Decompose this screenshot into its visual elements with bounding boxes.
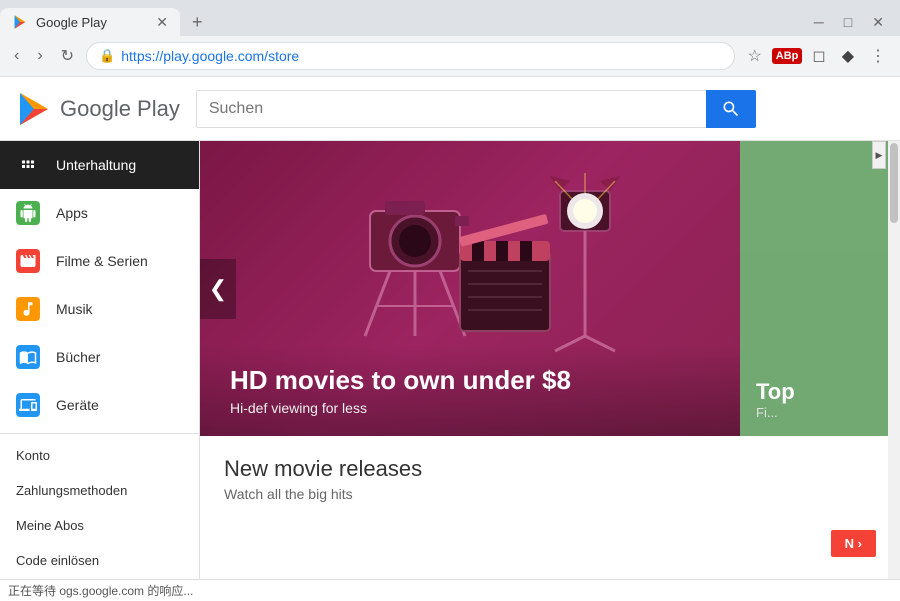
- maximize-button[interactable]: □: [836, 14, 860, 31]
- sidebar-item-label-filme: Filme & Serien: [56, 253, 148, 269]
- url-display: https://play.google.com/store: [121, 48, 299, 64]
- extension-3-button[interactable]: ◆: [836, 42, 860, 70]
- sidebar-item-label-musik: Musik: [56, 301, 93, 317]
- sidebar-item-filme[interactable]: Filme & Serien: [0, 237, 199, 285]
- banner-slide: HD movies to own under $8 Hi-def viewing…: [200, 141, 900, 436]
- gplay-logo-icon: [16, 91, 52, 127]
- sidebar: Unterhaltung Apps Filme & Serien Musik: [0, 141, 200, 579]
- content-action-button[interactable]: ▶: [872, 141, 886, 169]
- scrollbar-thumb[interactable]: [890, 143, 898, 223]
- content-action-icon: ▶: [876, 150, 883, 161]
- sidebar-item-label-geraete: Geräte: [56, 397, 99, 413]
- geraete-icon: [16, 393, 40, 417]
- scrollbar[interactable]: [888, 141, 900, 579]
- status-text: 正在等待 ogs.google.com 的响应...: [8, 582, 193, 599]
- extension-2-button[interactable]: ◻: [806, 42, 831, 70]
- gplay-logo: Google Play: [16, 91, 180, 127]
- banner-side-subtitle: Fi...: [756, 405, 884, 420]
- sidebar-item-musik[interactable]: Musik: [0, 285, 199, 333]
- reload-button[interactable]: ↻: [55, 42, 80, 70]
- sidebar-link-geschenkkarte[interactable]: Geschenkkarte kaufen: [0, 578, 199, 579]
- sidebar-divider: [0, 433, 199, 434]
- chrome-menu-button[interactable]: ⋮: [864, 42, 892, 70]
- sidebar-link-zahlungsmethoden[interactable]: Zahlungsmethoden: [0, 473, 199, 508]
- sidebar-item-geraete[interactable]: Geräte: [0, 381, 199, 429]
- section-title: New movie releases: [224, 456, 876, 482]
- security-icon: 🔒: [99, 48, 115, 64]
- tab-title: Google Play: [36, 15, 107, 30]
- musik-icon: [16, 297, 40, 321]
- buecher-icon: [16, 345, 40, 369]
- new-releases-button[interactable]: N ›: [831, 530, 876, 557]
- sidebar-link-konto[interactable]: Konto: [0, 438, 199, 473]
- apps-icon: [16, 201, 40, 225]
- gplay-header: Google Play: [0, 77, 900, 141]
- browser-actions: ☆ ABp ◻ ◆ ⋮: [741, 42, 892, 70]
- banner-side-title: Top: [756, 379, 884, 405]
- extension-adblock-button[interactable]: ABp: [772, 48, 803, 64]
- sidebar-link-code-einloesen[interactable]: Code einlösen: [0, 543, 199, 578]
- banner-subtitle: Hi-def viewing for less: [230, 400, 710, 416]
- search-bar: [196, 90, 756, 128]
- banner-text: HD movies to own under $8 Hi-def viewing…: [200, 345, 740, 436]
- sidebar-item-label-unterhaltung: Unterhaltung: [56, 157, 136, 173]
- banner-prev-button[interactable]: ❮: [200, 259, 236, 319]
- sidebar-item-buecher[interactable]: Bücher: [0, 333, 199, 381]
- section-subtitle: Watch all the big hits: [224, 486, 876, 502]
- sidebar-item-label-buecher: Bücher: [56, 349, 100, 365]
- search-input[interactable]: [196, 90, 706, 128]
- tab-bar: Google Play ✕ + ─ □ ✕: [0, 0, 900, 36]
- new-releases-section: New movie releases Watch all the big hit…: [200, 436, 900, 502]
- status-bar: 正在等待 ogs.google.com 的响应...: [0, 579, 900, 601]
- tab-close-btn[interactable]: ✕: [156, 14, 168, 31]
- back-button[interactable]: ‹: [8, 43, 25, 69]
- close-window-button[interactable]: ✕: [864, 14, 892, 31]
- tab-favicon: [12, 14, 28, 30]
- bookmark-button[interactable]: ☆: [741, 42, 767, 70]
- browser-toolbar: ‹ › ↻ 🔒 https://play.google.com/store ☆ …: [0, 36, 900, 76]
- new-tab-button[interactable]: +: [184, 12, 211, 33]
- unterhaltung-icon: [16, 153, 40, 177]
- minimize-button[interactable]: ─: [806, 14, 832, 31]
- sidebar-item-label-apps: Apps: [56, 205, 88, 221]
- search-button[interactable]: [706, 90, 756, 128]
- banner-container: HD movies to own under $8 Hi-def viewing…: [200, 141, 900, 436]
- gplay-logo-text: Google Play: [60, 96, 180, 122]
- address-bar[interactable]: 🔒 https://play.google.com/store: [86, 42, 735, 70]
- banner-illustration: [310, 151, 630, 361]
- banner-side: Top Fi...: [740, 141, 900, 436]
- sidebar-item-apps[interactable]: Apps: [0, 189, 199, 237]
- sidebar-item-unterhaltung[interactable]: Unterhaltung: [0, 141, 199, 189]
- banner-main: HD movies to own under $8 Hi-def viewing…: [200, 141, 740, 436]
- forward-button[interactable]: ›: [31, 43, 48, 69]
- main-layout: Unterhaltung Apps Filme & Serien Musik: [0, 141, 900, 579]
- active-tab[interactable]: Google Play ✕: [0, 8, 180, 36]
- browser-chrome: Google Play ✕ + ─ □ ✕ ‹ › ↻ 🔒 https://pl…: [0, 0, 900, 77]
- filme-icon: [16, 249, 40, 273]
- content-area: HD movies to own under $8 Hi-def viewing…: [200, 141, 900, 579]
- sidebar-link-meine-abos[interactable]: Meine Abos: [0, 508, 199, 543]
- banner-title: HD movies to own under $8: [230, 365, 710, 396]
- search-icon: [721, 99, 741, 119]
